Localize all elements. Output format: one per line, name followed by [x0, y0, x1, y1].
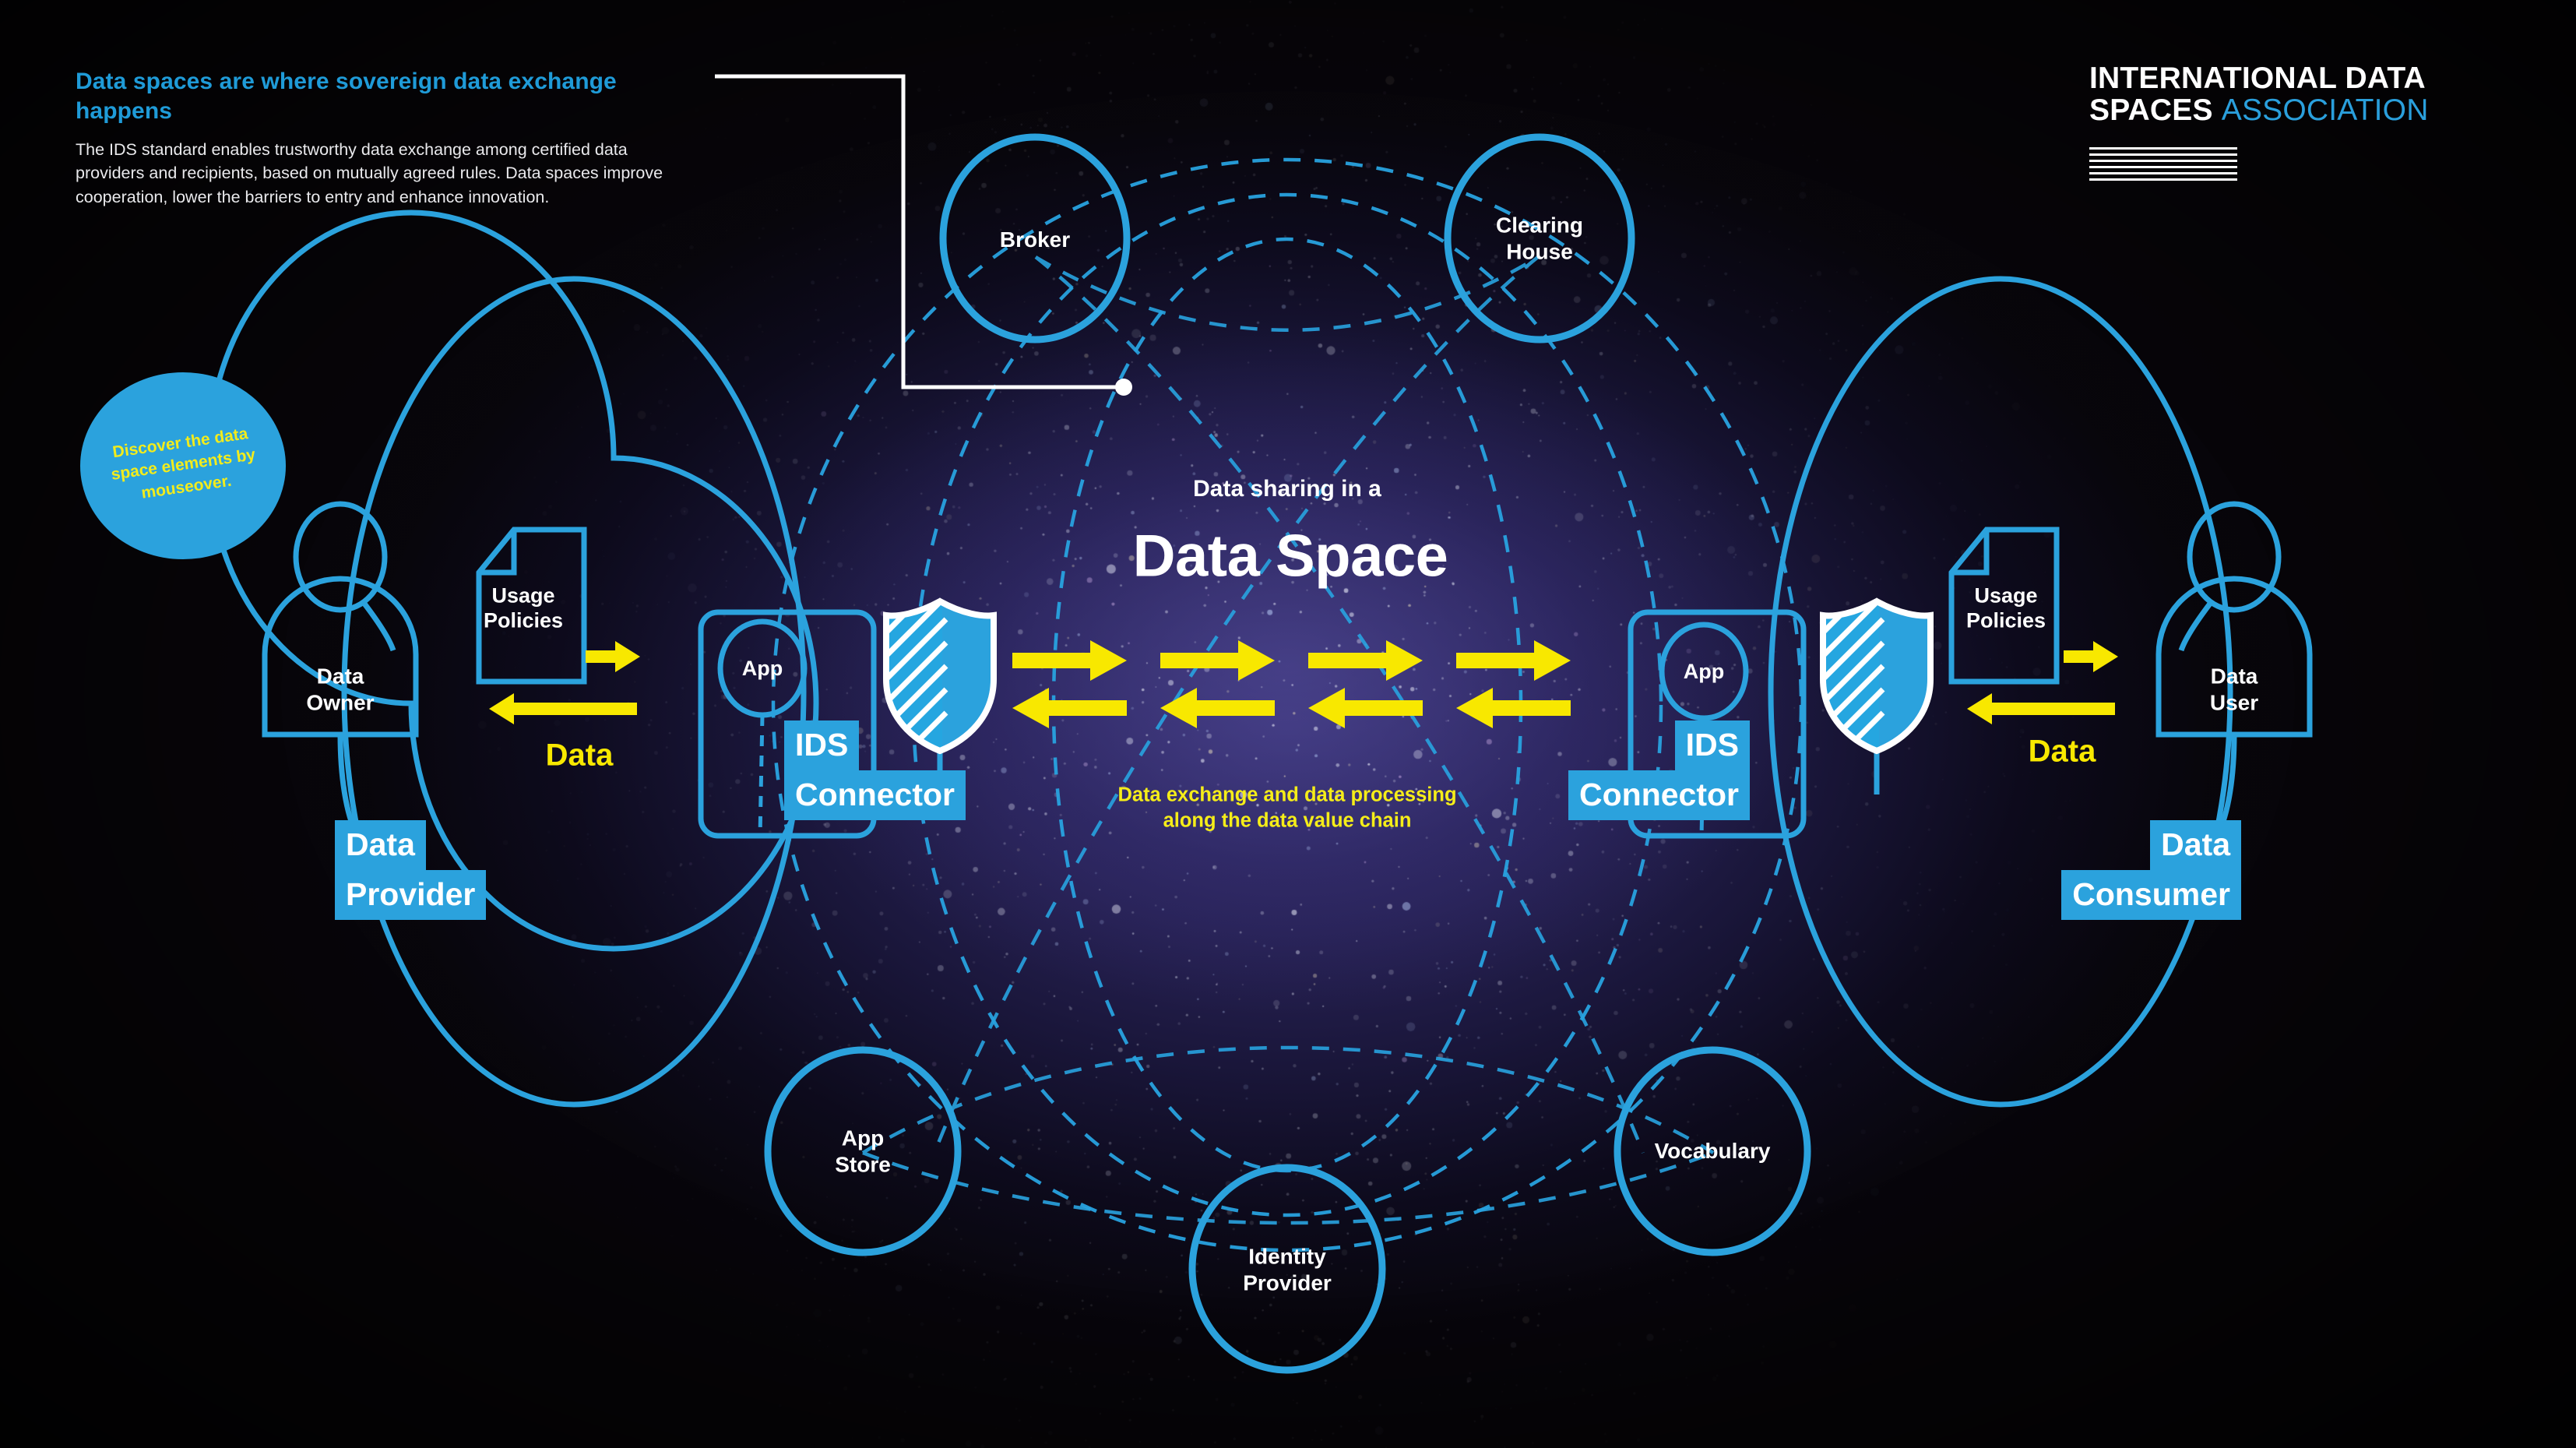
provider-connector-line-2: Connector	[784, 770, 966, 820]
provider-role-line-1: Data	[335, 820, 426, 870]
consumer-app-label: App	[1683, 659, 1725, 683]
consumer-connector-label[interactable]: IDS Connector	[1423, 720, 1750, 820]
provider-role-label[interactable]: Data Provider	[335, 820, 487, 920]
logo-line-1: INTERNATIONAL DATA	[2089, 62, 2426, 95]
consumer-policy-label: Usage Policies	[1965, 583, 2046, 632]
center-subtitle: Data sharing in a	[1193, 476, 1381, 502]
logo-bars-icon	[2089, 146, 2237, 181]
provider-app-label: App	[741, 656, 783, 680]
provider-connector-label[interactable]: IDS Connector	[784, 720, 966, 820]
intro-block: Data spaces are where sovereign data exc…	[76, 67, 699, 209]
provider-connector-line-1: IDS	[784, 720, 860, 770]
center-caption: Data exchange and data processing along …	[1117, 784, 1457, 831]
consumer-person-label: Data User	[2209, 664, 2259, 714]
provider-data-label: Data	[545, 738, 614, 773]
logo-spaces-text: SPACES	[2089, 93, 2222, 128]
consumer-role-line-1: Data	[2150, 820, 2241, 870]
node-label-clearing-house[interactable]: Clearing House	[1496, 212, 1583, 264]
logo-association-text: ASSOCIATION	[2221, 93, 2429, 128]
consumer-connector-line-1: IDS	[1674, 720, 1750, 770]
consumer-role-label[interactable]: Data Consumer	[1947, 820, 2241, 920]
node-label-app-store[interactable]: App Store	[835, 1125, 891, 1177]
discover-hint-bubble[interactable]: Discover the data space elements by mous…	[80, 372, 286, 559]
provider-policy-label: Usage Policies	[483, 583, 564, 632]
node-label-broker[interactable]: Broker	[1000, 227, 1070, 253]
discover-hint-text: Discover the data space elements by mous…	[109, 425, 256, 502]
node-label-identity-provider[interactable]: Identity Provider	[1243, 1243, 1332, 1295]
infographic-canvas: Data spaces are where sovereign data exc…	[0, 0, 2576, 1448]
intro-body: The IDS standard enables trustworthy dat…	[76, 139, 663, 206]
intro-heading: Data spaces are where sovereign data exc…	[76, 69, 617, 125]
logo-line-2: SPACES ASSOCIATION	[2089, 94, 2510, 126]
vignette-overlay	[0, 0, 2576, 1448]
node-label-vocabulary[interactable]: Vocabulary	[1655, 1138, 1771, 1164]
provider-role-line-2: Provider	[335, 870, 487, 920]
provider-person-label: Data Owner	[306, 664, 375, 714]
idsa-logo: INTERNATIONAL DATA SPACES ASSOCIATION	[2089, 62, 2510, 185]
center-title: Data Space	[1132, 523, 1448, 590]
consumer-data-label: Data	[2028, 734, 2096, 769]
consumer-connector-line-2: Connector	[1568, 770, 1750, 820]
consumer-role-line-2: Consumer	[2061, 870, 2241, 920]
